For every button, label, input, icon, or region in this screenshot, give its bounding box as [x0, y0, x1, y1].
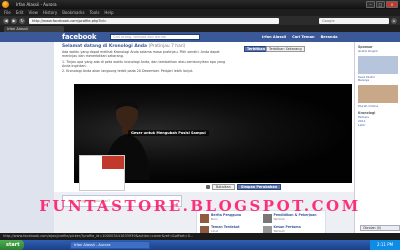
reload-icon[interactable]: ↻ — [19, 17, 25, 24]
menu-file[interactable]: File — [4, 10, 11, 15]
publish-now-button[interactable]: Terbitkan Sekarang — [266, 46, 305, 52]
welcome-step-1: 1. Tinjau apa yang ada di peta waktu kro… — [62, 59, 226, 68]
menu-bar: File Edit View History Bookmarks Tools H… — [0, 9, 400, 16]
menu-view[interactable]: View — [28, 10, 38, 15]
watermark: FUNTASTORE.BLOGSPOT.COM — [39, 197, 361, 215]
profile-picture[interactable] — [79, 155, 125, 191]
facebook-header: facebook Cari orang, tempat dan benda Ir… — [0, 32, 400, 42]
home-icon[interactable]: ⌂ — [391, 17, 397, 24]
cancel-button[interactable]: Batalkan — [212, 184, 235, 190]
address-bar[interactable]: http://www.facebook.com/profile.php?id= — [29, 17, 279, 24]
sidebar-link[interactable]: Murah Online — [358, 104, 400, 109]
browser-status-bar: http://www.facebook.com/ajax/profile/pic… — [0, 233, 400, 240]
back-icon[interactable]: ◀ — [3, 17, 9, 24]
welcome-step-2: 2. Kronologi Anda akan langsung terbit p… — [62, 69, 194, 74]
navigation-toolbar: ◀ ▶ ↻ http://www.facebook.com/profile.ph… — [0, 16, 400, 25]
facebook-logo[interactable]: facebook — [62, 33, 97, 41]
menu-edit[interactable]: Edit — [16, 10, 24, 15]
nav-profile[interactable]: Irfan Alassii — [262, 35, 286, 39]
maximize-icon[interactable]: □ — [376, 1, 385, 8]
story-thumbnail — [262, 214, 272, 223]
sidebar-link[interactable]: Belanja — [358, 79, 400, 83]
tab-bar: Irfan Alassii — [0, 25, 400, 32]
sidebar-link[interactable]: Gratis Ongkir — [358, 49, 400, 54]
story-item[interactable]: Berita Pengguna Baru — [200, 213, 260, 223]
sponsored-image[interactable] — [358, 55, 398, 74]
timeline-year-link[interactable]: Lahir — [358, 123, 400, 128]
window-title: Irfan Alassii - Aurora — [16, 2, 57, 7]
menu-help[interactable]: Help — [104, 10, 113, 15]
nav-home[interactable]: Beranda — [321, 35, 338, 39]
welcome-title: Selamat datang di Kronologi Anda (Pratin… — [62, 44, 186, 49]
windows-taskbar: start Irfan Alassii - Aurora 2:11 PM — [0, 240, 400, 250]
forward-icon[interactable]: ▶ — [11, 17, 17, 24]
start-button[interactable]: start — [0, 240, 24, 250]
welcome-text: Ada waktu yang dapat melihat Kronologi A… — [62, 50, 220, 59]
welcome-subtitle: (Pratinjau 7 hari) — [148, 44, 186, 49]
story-thumbnail — [200, 214, 209, 223]
publish-button[interactable]: Terbitkan — [244, 46, 268, 52]
story-sub: Tambah — [273, 216, 285, 221]
system-clock: 2:11 PM — [370, 240, 400, 250]
menu-bookmarks[interactable]: Bookmarks — [62, 10, 84, 15]
browser-titlebar: Irfan Alassii - Aurora – □ ✕ — [0, 0, 400, 9]
menu-history[interactable]: History — [43, 10, 57, 15]
nav-find-friends[interactable]: Cari Teman — [292, 35, 314, 39]
sponsored-image[interactable] — [358, 84, 398, 103]
timeline-welcome-box: Selamat datang di Kronologi Anda (Pratin… — [62, 44, 352, 84]
minimize-icon[interactable]: – — [366, 1, 375, 8]
window-controls: – □ ✕ — [366, 1, 398, 8]
profile-picture-accent — [102, 156, 124, 169]
story-sub: Baru — [211, 216, 218, 221]
story-item[interactable]: Pendidikan & Pekerjaan Tambah — [262, 213, 323, 223]
menu-tools[interactable]: Tools — [90, 10, 100, 15]
firefox-logo-icon — [2, 1, 9, 8]
close-icon[interactable]: ✕ — [386, 1, 398, 8]
taskbar-item-firefox[interactable]: Irfan Alassii - Aurora — [70, 241, 150, 249]
drag-reposition-hint: Geser untuk Mengubah Posisi Sampul — [128, 130, 209, 136]
cover-actions: Batalkan Simpan Perubahan — [206, 183, 282, 191]
facebook-search-input[interactable]: Cari orang, tempat dan benda — [110, 34, 200, 40]
save-changes-button[interactable]: Simpan Perubahan — [236, 184, 282, 190]
lock-icon — [206, 185, 210, 189]
chat-bar[interactable]: Obrolan (0) — [360, 225, 400, 231]
search-input[interactable]: Google — [319, 17, 389, 24]
facebook-nav: Irfan Alassii Cari Teman Beranda — [262, 35, 338, 39]
